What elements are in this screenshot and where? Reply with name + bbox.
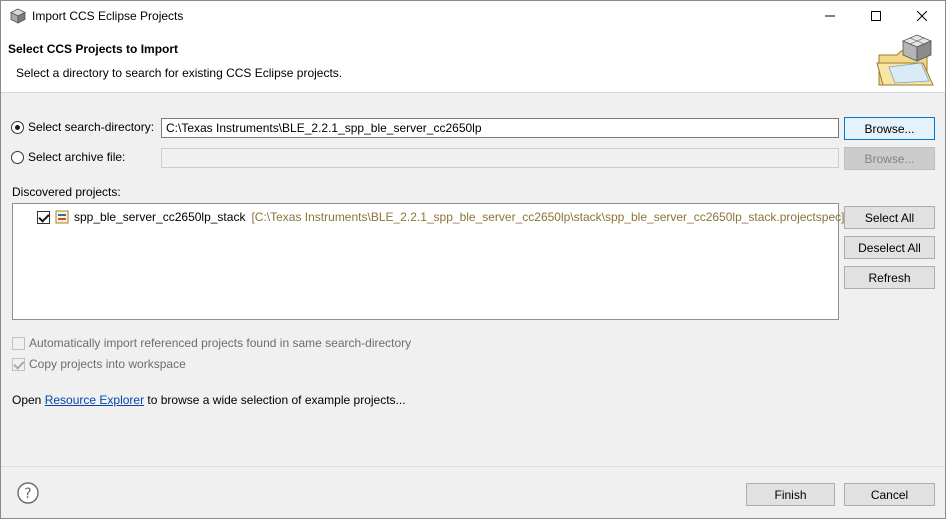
search-directory-browse-button[interactable]: Browse... (844, 117, 935, 140)
projects-list[interactable]: spp_ble_server_cc2650lp_stack [C:\Texas … (12, 203, 844, 320)
search-directory-radio-button[interactable] (11, 120, 24, 134)
finish-button[interactable]: Finish (746, 483, 835, 506)
page-title: Select CCS Projects to Import (8, 42, 179, 56)
refresh-button[interactable]: Refresh (844, 266, 935, 289)
close-icon (917, 11, 927, 21)
maximize-icon (871, 11, 881, 21)
auto-import-option[interactable]: Automatically import referenced projects… (12, 336, 411, 350)
resource-explorer-link[interactable]: Resource Explorer (45, 393, 144, 407)
discovered-projects-label: Discovered projects: (12, 185, 121, 199)
project-path: [C:\Texas Instruments\BLE_2.2.1_spp_ble_… (251, 210, 845, 224)
project-checkbox[interactable] (37, 210, 50, 224)
minimize-button[interactable] (807, 1, 853, 31)
window-title: Import CCS Eclipse Projects (32, 9, 184, 23)
copy-projects-label: Copy projects into workspace (29, 357, 186, 371)
auto-import-label: Automatically import referenced projects… (29, 336, 412, 350)
archive-file-browse-button[interactable]: Browse... (844, 147, 935, 170)
archive-file-label: Select archive file: (28, 150, 126, 164)
maximize-button[interactable] (853, 1, 899, 31)
link-suffix: to browse a wide selection of example pr… (144, 393, 406, 407)
cancel-button[interactable]: Cancel (844, 483, 935, 506)
archive-file-radio-button[interactable] (11, 150, 24, 164)
page-description: Select a directory to search for existin… (16, 66, 343, 80)
deselect-all-button[interactable]: Deselect All (844, 236, 935, 259)
title-bar: Import CCS Eclipse Projects (1, 1, 945, 31)
import-dialog: Import CCS Eclipse Projects Select CCS P… (0, 0, 946, 519)
search-directory-label: Select search-directory: (28, 120, 155, 134)
auto-import-checkbox[interactable] (12, 336, 25, 350)
archive-file-radio[interactable]: Select archive file: (11, 150, 125, 164)
eclipse-cube-icon (10, 8, 26, 24)
resource-explorer-text: Open Resource Explorer to browse a wide … (12, 393, 406, 407)
minimize-icon (825, 15, 835, 17)
close-button[interactable] (899, 1, 945, 31)
link-prefix: Open (12, 393, 45, 407)
search-directory-radio[interactable]: Select search-directory: (11, 120, 154, 134)
select-all-button[interactable]: Select All (844, 206, 935, 229)
project-icon (55, 210, 69, 224)
help-icon[interactable]: ? (17, 482, 39, 504)
copy-projects-checkbox[interactable] (12, 357, 25, 371)
wizard-header: Select CCS Projects to Import Select a d… (1, 31, 945, 93)
svg-text:?: ? (24, 486, 31, 502)
dialog-footer: ? Finish Cancel (1, 466, 945, 518)
copy-projects-option[interactable]: Copy projects into workspace (12, 357, 186, 371)
project-name: spp_ble_server_cc2650lp_stack (74, 210, 246, 224)
archive-file-input[interactable] (161, 148, 839, 168)
folder-cube-icon (876, 34, 934, 86)
list-item[interactable]: spp_ble_server_cc2650lp_stack [C:\Texas … (37, 210, 844, 224)
search-directory-input[interactable]: C:\Texas Instruments\BLE_2.2.1_spp_ble_s… (161, 118, 839, 138)
